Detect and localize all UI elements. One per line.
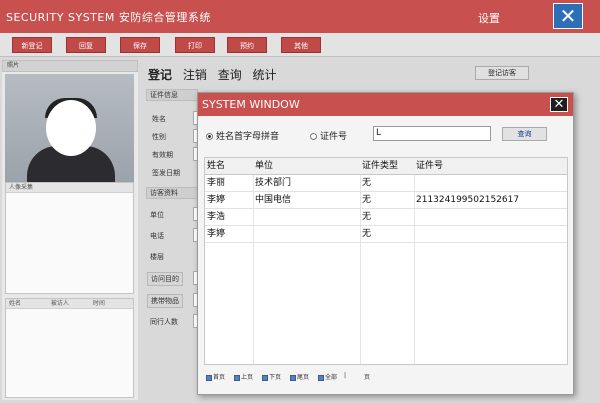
first-page-button[interactable]: 首页 [206, 372, 225, 381]
dialog-close-icon[interactable]: ✕ [550, 97, 568, 112]
tab-cancel[interactable]: 注销 [183, 68, 207, 82]
column-header: 姓名 [9, 300, 22, 307]
table-cell [414, 209, 567, 226]
prev-page-icon [234, 374, 240, 381]
search-input[interactable]: L [373, 126, 491, 141]
app-title: SECURITY SYSTEM 安防综合管理系统 [6, 11, 211, 24]
label-purpose: 访问目的 [147, 272, 183, 286]
table-cell [253, 226, 360, 243]
table-row[interactable]: 李丽 技术部门 无 [205, 175, 567, 192]
dialog-title: SYSTEM WINDOW [198, 93, 573, 116]
pager-separator: | [344, 372, 347, 379]
capture-box: 人像采集 [5, 182, 134, 294]
label-floor: 楼层 [150, 253, 164, 261]
capture-box-label: 人像采集 [6, 183, 133, 193]
main-tabs: 登记 注销 查询 统计 [148, 66, 284, 83]
table-row[interactable]: 李婷 无 [205, 226, 567, 243]
column-header: 姓名 [207, 161, 226, 171]
tab-register[interactable]: 登记 [148, 68, 172, 82]
label-sex: 性别 [152, 133, 166, 141]
radio-icon[interactable] [310, 133, 317, 140]
next-page-icon [262, 374, 268, 381]
table-cell: 李婷 [207, 229, 226, 239]
table-cell: 无 [362, 195, 372, 205]
settings-link[interactable]: 设置 [478, 10, 500, 26]
table-cell [414, 226, 567, 243]
label-name: 姓名 [152, 115, 166, 123]
visitor-photo [5, 74, 134, 188]
new-register-button[interactable]: 新登记 [12, 37, 52, 53]
appointment-button[interactable]: 预约 [227, 37, 267, 53]
table-cell: 李浩 [207, 212, 226, 222]
option-id-number[interactable]: 证件号 [310, 129, 347, 142]
save-button[interactable]: 保存 [120, 37, 160, 53]
title-bar: SECURITY SYSTEM 安防综合管理系统 设置 ✕ [0, 0, 600, 33]
last-page-button[interactable]: 尾页 [290, 372, 309, 381]
table-cell: 李丽 [207, 178, 226, 188]
column-header: 证件号 [416, 161, 444, 171]
option-name-label: 姓名首字母拼音 [216, 132, 280, 142]
system-window-dialog: SYSTEM WINDOW ✕ 姓名首字母拼音 证件号 L 查询 姓名 单位 证… [197, 92, 574, 395]
option-id-label: 证件号 [320, 132, 348, 142]
column-header: 时间 [92, 300, 105, 307]
table-cell [253, 209, 360, 226]
tab-query[interactable]: 查询 [218, 68, 242, 82]
label-companions: 同行人数 [150, 318, 178, 326]
table-cell: 李婷 [207, 195, 226, 205]
reply-button[interactable]: 回复 [66, 37, 106, 53]
all-icon [318, 374, 324, 381]
photo-header: 照片 [2, 60, 138, 72]
left-panel: 照片 人像采集 姓名 被访人 时间 [2, 60, 138, 400]
results-table: 姓名 单位 证件类型 证件号 李丽 技术部门 无 李婷 中国电信 无 21132… [204, 157, 568, 365]
close-icon[interactable]: ✕ [553, 3, 583, 29]
table-cell [414, 175, 567, 192]
page-label: 页 [364, 374, 371, 381]
last-page-icon [290, 374, 296, 381]
toolbar: 新登记 回复 保存 打印 预约 其他 [0, 33, 600, 57]
column-header: 被访人 [50, 300, 69, 307]
table-cell: 无 [362, 229, 372, 239]
label-issue-date: 签发日期 [152, 169, 180, 177]
pager: 首页 上页 下页 尾页 全部 | 页 [204, 368, 568, 386]
section-cert-info: 证件信息 [146, 89, 198, 101]
label-unit: 单位 [150, 211, 164, 219]
visitor-list[interactable]: 姓名 被访人 时间 [5, 298, 134, 398]
table-cell: 无 [362, 212, 372, 222]
visitor-list-header: 姓名 被访人 时间 [6, 299, 133, 309]
column-header: 单位 [255, 161, 274, 171]
table-cell: 技术部门 [255, 178, 292, 188]
next-page-button[interactable]: 下页 [262, 372, 281, 381]
table-cell: 无 [362, 178, 372, 188]
table-row[interactable]: 李婷 中国电信 无 211324199502152617 [205, 192, 567, 209]
table-cell: 中国电信 [255, 195, 292, 205]
option-name-pinyin[interactable]: 姓名首字母拼音 [206, 129, 279, 142]
prev-page-button[interactable]: 上页 [234, 372, 253, 381]
table-row[interactable]: 李浩 无 [205, 209, 567, 226]
radio-checked-icon[interactable] [206, 133, 213, 140]
table-cell: 211324199502152617 [416, 195, 520, 205]
register-visitor-button[interactable]: 登记访客 [475, 66, 529, 80]
label-phone: 电话 [150, 232, 164, 240]
table-header: 姓名 单位 证件类型 证件号 [205, 158, 567, 175]
first-page-icon [206, 374, 212, 381]
label-valid: 有效期 [152, 151, 173, 159]
all-button[interactable]: 全部 [318, 372, 337, 381]
tab-statistics[interactable]: 统计 [253, 68, 277, 82]
label-items: 携带物品 [147, 294, 183, 308]
column-header: 证件类型 [362, 161, 399, 171]
print-button[interactable]: 打印 [175, 37, 215, 53]
query-button[interactable]: 查询 [502, 127, 547, 141]
section-visitor-info: 访客资料 [146, 187, 198, 199]
other-button[interactable]: 其他 [281, 37, 321, 53]
